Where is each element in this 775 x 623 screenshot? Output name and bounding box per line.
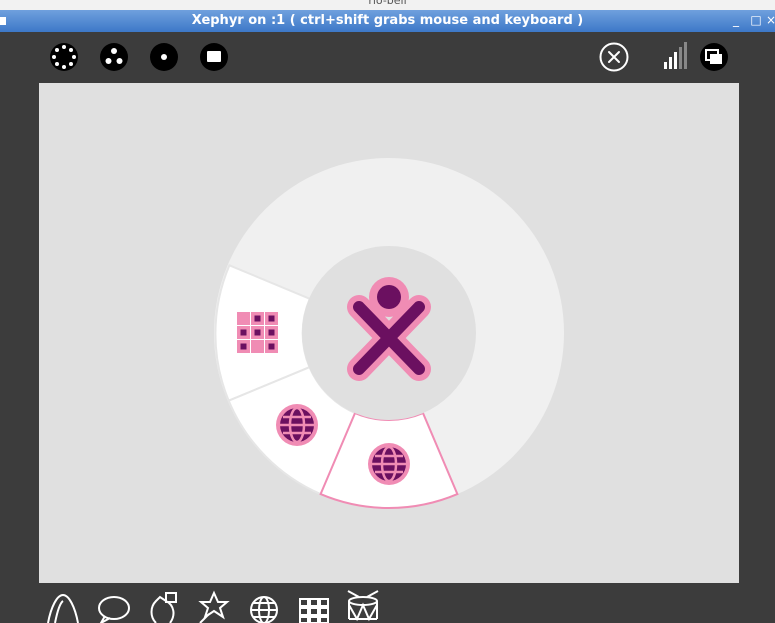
drum-icon[interactable] <box>345 589 381 623</box>
sugar-toolbar <box>0 32 775 83</box>
grid-apps-frame-icon[interactable] <box>296 589 332 623</box>
network-signal-icon[interactable] <box>661 42 689 72</box>
minimize-button[interactable]: _ <box>728 13 744 27</box>
neighborhood-icon[interactable] <box>49 42 79 72</box>
maximize-button[interactable]: □ <box>748 13 764 27</box>
group-icon[interactable] <box>99 42 129 72</box>
browse-web-icon[interactable] <box>276 404 318 446</box>
home-icon[interactable] <box>149 42 179 72</box>
turtle-art-icon[interactable] <box>45 589 81 623</box>
record-icon[interactable] <box>146 589 182 623</box>
activity-view-icon[interactable] <box>199 42 229 72</box>
frame-toggle-icon[interactable] <box>699 42 729 72</box>
close-window-button[interactable]: × <box>766 13 775 27</box>
chat-icon[interactable] <box>96 589 132 623</box>
outer-window-strip: rlo-bell <box>0 0 775 10</box>
grid-apps-icon[interactable] <box>237 312 278 353</box>
xephyr-titlebar[interactable]: Xephyr on :1 ( ctrl+shift grabs mouse an… <box>0 10 775 32</box>
stop-icon[interactable] <box>599 42 629 72</box>
browse-icon[interactable] <box>246 589 282 623</box>
home-view-canvas <box>39 83 739 583</box>
browse-web-icon-selected[interactable] <box>368 443 410 485</box>
outer-window-title: rlo-bell <box>368 0 407 7</box>
activity-frame <box>0 583 775 623</box>
paint-icon[interactable] <box>196 589 232 623</box>
window-title: Xephyr on :1 ( ctrl+shift grabs mouse an… <box>191 13 584 28</box>
